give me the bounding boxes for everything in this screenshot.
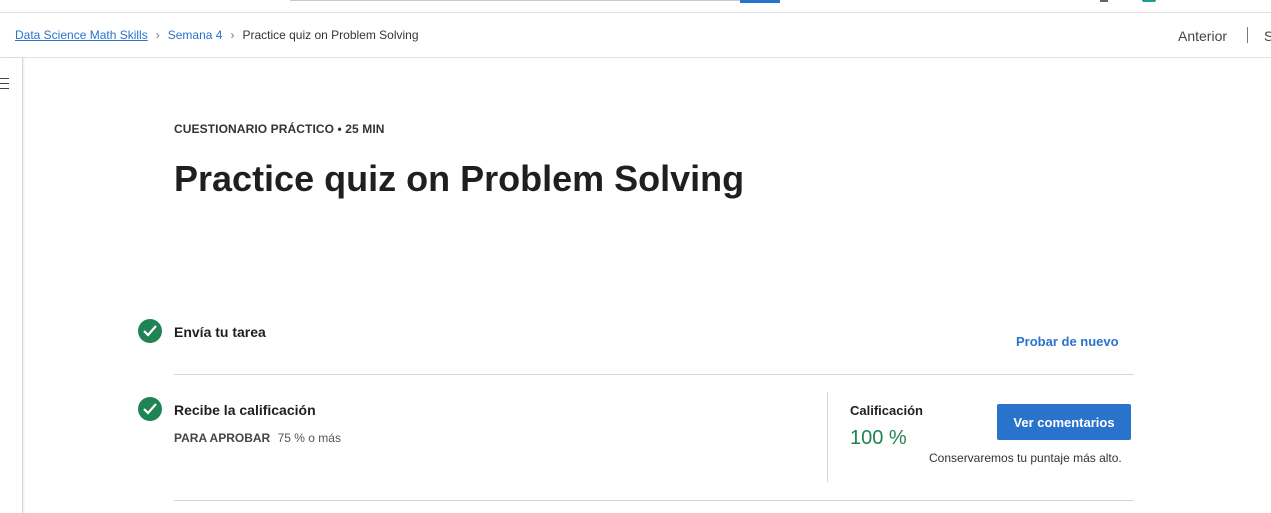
divider (174, 374, 1134, 375)
item-type-label: CUESTIONARIO PRÁCTICO • 25 MIN (174, 122, 385, 136)
help-icon[interactable] (1100, 0, 1108, 2)
highest-score-note: Conservaremos tu puntaje más alto. (929, 451, 1122, 465)
breadcrumb-bar: Data Science Math Skills › Semana 4 › Pr… (0, 13, 1271, 58)
breadcrumb-current: Practice quiz on Problem Solving (242, 28, 419, 42)
divider (174, 500, 1134, 501)
avatar[interactable] (1142, 0, 1156, 2)
check-circle-icon (138, 319, 162, 343)
passing-value: 75 % o más (277, 431, 341, 445)
breadcrumb-week-link[interactable]: Semana 4 (168, 28, 223, 42)
menu-icon[interactable] (0, 78, 10, 93)
check-circle-icon (138, 397, 162, 421)
page-title: Practice quiz on Problem Solving (174, 158, 745, 199)
step-submit-title: Envía tu tarea (174, 324, 266, 340)
chevron-right-icon: › (230, 28, 235, 42)
next-button[interactable]: S (1264, 28, 1271, 44)
breadcrumb: Data Science Math Skills › Semana 4 › Pr… (15, 28, 419, 42)
breadcrumb-course-link[interactable]: Data Science Math Skills (15, 28, 148, 42)
search-button-edge[interactable] (740, 0, 780, 3)
grade-label: Calificación (850, 403, 923, 418)
passing-requirement: PARA APROBAR 75 % o más (174, 431, 341, 445)
passing-label: PARA APROBAR (174, 431, 271, 445)
grade-value: 100 % (850, 427, 907, 449)
chevron-right-icon: › (155, 28, 160, 42)
nav-divider (1247, 27, 1248, 43)
retry-button[interactable]: Probar de nuevo (1016, 334, 1119, 349)
view-feedback-button[interactable]: Ver comentarios (997, 404, 1131, 440)
search-input-edge[interactable] (290, 0, 740, 1)
previous-button[interactable]: Anterior (1178, 28, 1227, 44)
top-header-cropped (0, 0, 1271, 13)
left-sidebar-collapsed (0, 58, 23, 513)
step-grade-title: Recibe la calificación (174, 402, 316, 418)
vertical-divider (827, 392, 828, 482)
